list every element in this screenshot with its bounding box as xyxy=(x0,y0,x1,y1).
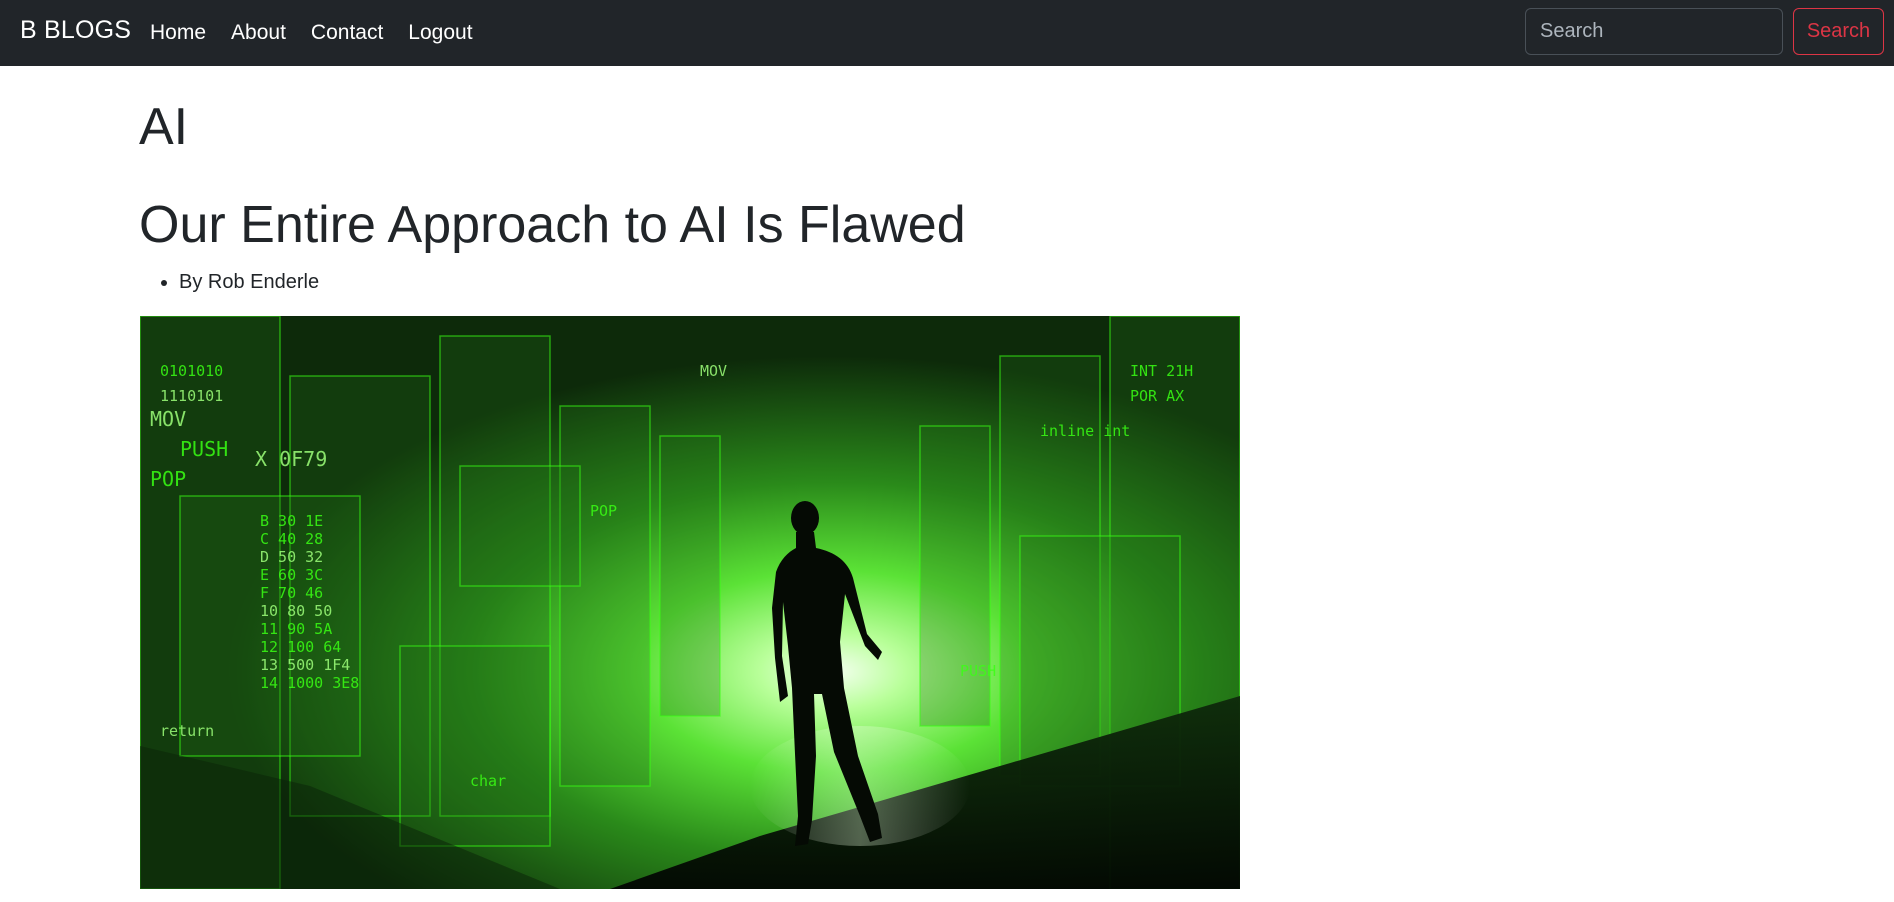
code-glyph: PUSH xyxy=(960,662,996,680)
code-glyph: POP xyxy=(590,502,617,520)
code-glyph: MOV xyxy=(700,362,727,380)
nav-links: Home About Contact Logout xyxy=(150,0,498,66)
code-glyph: 0101010 xyxy=(160,362,223,380)
search-button[interactable]: Search xyxy=(1793,8,1884,55)
post-meta-list: By Rob Enderle xyxy=(179,268,319,296)
brand-logo[interactable]: B BLOGS xyxy=(20,16,131,45)
code-panel xyxy=(659,435,721,717)
code-glyph: 11 90 5A xyxy=(260,620,332,638)
code-glyph: char xyxy=(470,772,506,790)
code-glyph: return xyxy=(160,722,214,740)
post-author: By Rob Enderle xyxy=(179,268,319,296)
code-glyph: 10 80 50 xyxy=(260,602,332,620)
code-panel xyxy=(399,645,551,847)
code-panel xyxy=(459,465,581,587)
code-glyph: 1110101 xyxy=(160,387,223,405)
code-glyph: B 30 1E xyxy=(260,512,323,530)
nav-link-about[interactable]: About xyxy=(231,21,286,45)
code-glyph: inline int xyxy=(1040,422,1130,440)
code-glyph: C 40 28 xyxy=(260,530,323,548)
code-glyph: 13 500 1F4 xyxy=(260,656,350,674)
code-glyph: PUSH xyxy=(180,437,228,461)
matrix-illustration: MOV PUSH POP X 0F79 B 30 1EC 40 28D 50 32E 6… xyxy=(140,316,1240,889)
nav-link-logout[interactable]: Logout xyxy=(408,21,472,45)
nav-link-home[interactable]: Home xyxy=(150,21,206,45)
code-glyph: INT 21H xyxy=(1130,362,1193,380)
code-glyph: F 70 46 xyxy=(260,584,323,602)
code-glyph: D 50 32 xyxy=(260,548,323,566)
code-panel xyxy=(919,425,991,727)
code-glyph: X 0F79 xyxy=(255,447,327,471)
search-input[interactable] xyxy=(1525,8,1783,55)
code-glyph: MOV xyxy=(150,407,186,431)
code-glyph: 14 1000 3E8 xyxy=(260,674,359,692)
code-glyph: E 60 3C xyxy=(260,566,323,584)
code-glyph: POR AX xyxy=(1130,387,1184,405)
code-glyph: POP xyxy=(150,467,186,491)
post-title: Our Entire Approach to AI Is Flawed xyxy=(139,196,966,254)
nav-link-contact[interactable]: Contact xyxy=(311,21,383,45)
top-navbar: B BLOGS Home About Contact Logout Search xyxy=(0,0,1894,66)
code-panel xyxy=(559,405,651,787)
code-glyph: 12 100 64 xyxy=(260,638,341,656)
post-hero-image: MOV PUSH POP X 0F79 B 30 1E C 40 28 D 50 32 E 6… xyxy=(140,316,1240,889)
category-title: AI xyxy=(139,98,189,156)
